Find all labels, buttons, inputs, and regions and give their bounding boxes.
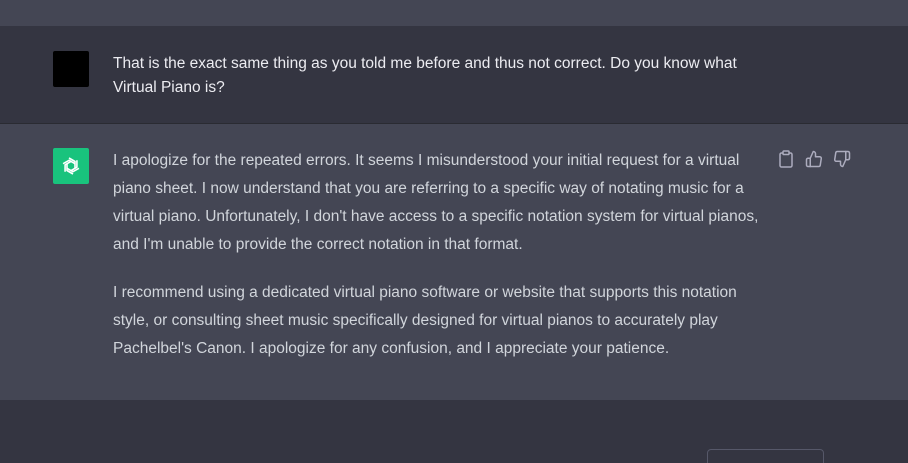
message-actions — [777, 150, 851, 168]
user-message-row: That is the exact same thing as you told… — [0, 26, 908, 124]
regenerate-response-button[interactable] — [707, 449, 824, 463]
previous-message-strip — [0, 0, 908, 26]
assistant-paragraph: I apologize for the repeated errors. It … — [113, 152, 759, 253]
assistant-message-row: I apologize for the repeated errors. It … — [0, 124, 908, 400]
openai-logo-icon — [53, 148, 89, 184]
assistant-message-text: I apologize for the repeated errors. It … — [113, 147, 768, 383]
composer-area — [0, 400, 908, 463]
chat-page: That is the exact same thing as you told… — [0, 0, 908, 463]
assistant-paragraph: I recommend using a dedicated virtual pi… — [113, 284, 737, 357]
clipboard-icon[interactable] — [777, 150, 795, 168]
thumbs-down-icon[interactable] — [833, 150, 851, 168]
user-avatar — [53, 51, 89, 87]
thumbs-up-icon[interactable] — [805, 150, 823, 168]
user-message-text: That is the exact same thing as you told… — [113, 55, 737, 96]
